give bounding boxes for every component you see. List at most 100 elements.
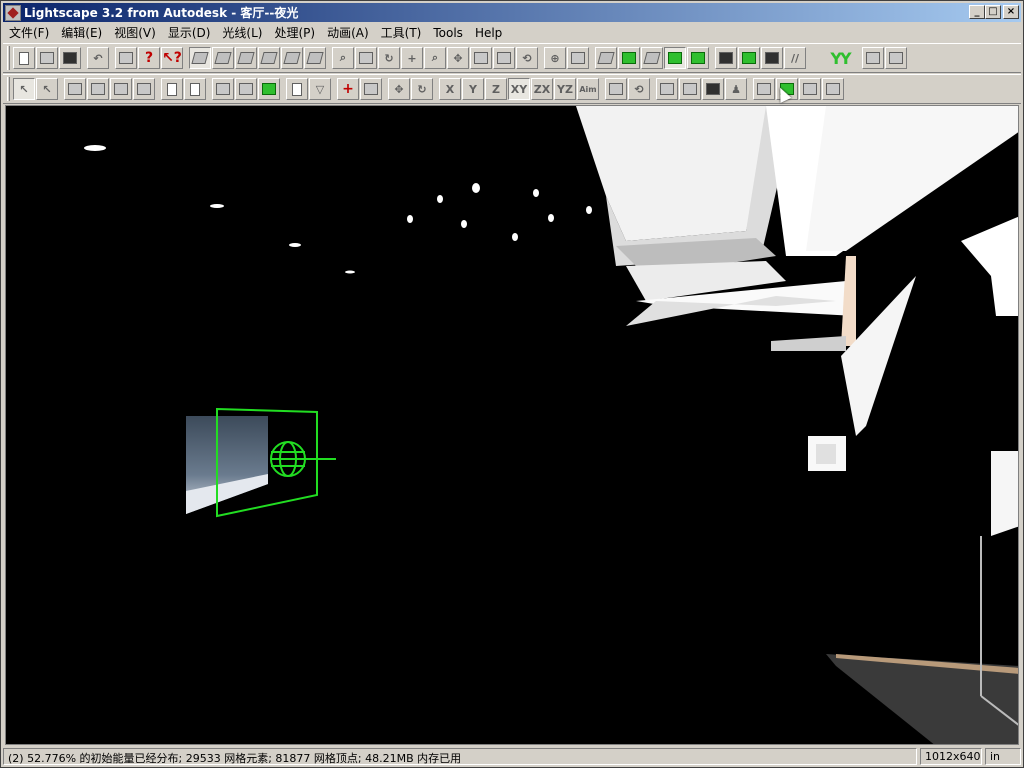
- daylight-button[interactable]: //: [784, 47, 806, 69]
- units-indicator: in: [985, 748, 1021, 765]
- layer-copy-button[interactable]: [799, 78, 821, 100]
- select-filter-button[interactable]: ↖: [36, 78, 58, 100]
- plane-zx-button[interactable]: ZX: [531, 78, 553, 100]
- save-disk-icon: [63, 52, 77, 64]
- zoom-button[interactable]: ⌕: [424, 47, 446, 69]
- cube-icon: [306, 52, 324, 64]
- pan-button[interactable]: ✥: [447, 47, 469, 69]
- select-remove-button[interactable]: [110, 78, 132, 100]
- zoom-previous-button[interactable]: [567, 47, 589, 69]
- copy-button[interactable]: [161, 78, 183, 100]
- new-button[interactable]: [13, 47, 35, 69]
- select-luminaire-button[interactable]: [258, 78, 280, 100]
- view-wire-5-button[interactable]: [304, 47, 326, 69]
- render-textured-button[interactable]: [687, 47, 709, 69]
- render-hidden-button[interactable]: [641, 47, 663, 69]
- zoom-window-button[interactable]: ⊕: [544, 47, 566, 69]
- menu-light[interactable]: 光线(L): [216, 24, 268, 41]
- zoom-in-button[interactable]: +: [401, 47, 423, 69]
- menu-tools-cn[interactable]: 工具(T): [375, 24, 428, 41]
- select-block-button[interactable]: [235, 78, 257, 100]
- layer-pick-button[interactable]: [822, 78, 844, 100]
- selection-toolbar: ↖ ↖ ▽ + ✥ ↻ X Y Z XY ZX YZ Aim ⟲ ♟: [3, 74, 1021, 104]
- select-add-button[interactable]: [87, 78, 109, 100]
- layers-button[interactable]: [761, 47, 783, 69]
- menu-view[interactable]: 视图(V): [108, 24, 162, 41]
- insert-block-button[interactable]: [360, 78, 382, 100]
- help-button[interactable]: ?: [138, 47, 160, 69]
- options-button[interactable]: [885, 47, 907, 69]
- plane-xy-button[interactable]: XY: [508, 78, 530, 100]
- toolbar-grip[interactable]: [7, 46, 10, 70]
- luminaires-button[interactable]: [738, 47, 760, 69]
- scene-render[interactable]: [6, 106, 1019, 745]
- maximize-button[interactable]: □: [985, 5, 1001, 19]
- open-button[interactable]: [36, 47, 58, 69]
- daylight-icon: //: [790, 51, 800, 65]
- menu-display[interactable]: 显示(D): [162, 24, 217, 41]
- render-wireframe-button[interactable]: [595, 47, 617, 69]
- move-button[interactable]: ✥: [388, 78, 410, 100]
- context-help-button[interactable]: ↖?: [161, 47, 183, 69]
- menu-animation[interactable]: 动画(A): [321, 24, 375, 41]
- walk-stand-button[interactable]: ♟: [725, 78, 747, 100]
- paste-button[interactable]: [184, 78, 206, 100]
- walk-tools: ♟: [656, 78, 747, 100]
- menu-process[interactable]: 处理(P): [268, 24, 321, 41]
- zoom-extents-button[interactable]: ⌕: [332, 47, 354, 69]
- toolbar-grip[interactable]: [7, 77, 10, 101]
- walk-turn-button[interactable]: [679, 78, 701, 100]
- materials-button[interactable]: [715, 47, 737, 69]
- print-button[interactable]: [115, 47, 137, 69]
- undo-button[interactable]: ↶: [87, 47, 109, 69]
- plane-yz-button[interactable]: YZ: [554, 78, 576, 100]
- view-wire-2-button[interactable]: [235, 47, 257, 69]
- select-window-button[interactable]: [64, 78, 86, 100]
- view-wire-4-button[interactable]: [281, 47, 303, 69]
- menu-tools[interactable]: Tools: [427, 26, 469, 40]
- menu-help[interactable]: Help: [469, 26, 508, 40]
- insert-point-button[interactable]: +: [337, 78, 359, 100]
- aim-button[interactable]: Aim: [577, 78, 599, 100]
- close-button[interactable]: ×: [1003, 5, 1019, 19]
- walk-forward-button[interactable]: [656, 78, 678, 100]
- edit-object-button[interactable]: [605, 78, 627, 100]
- axis-y-button[interactable]: Y: [462, 78, 484, 100]
- select-surface-button[interactable]: [212, 78, 234, 100]
- menu-edit[interactable]: 编辑(E): [55, 24, 108, 41]
- view-wire-1-button[interactable]: [212, 47, 234, 69]
- extra-tools: [862, 47, 907, 69]
- rotate-view-button[interactable]: ↻: [378, 47, 400, 69]
- axis-z-button[interactable]: Z: [485, 78, 507, 100]
- select-arrow-button[interactable]: ↖: [13, 78, 35, 100]
- layer-list-icon: [757, 83, 771, 95]
- reset-view-button[interactable]: ⟲: [516, 47, 538, 69]
- render-solid-button[interactable]: [664, 47, 686, 69]
- list-button[interactable]: [286, 78, 308, 100]
- walk-person-button[interactable]: [702, 78, 724, 100]
- minimize-button[interactable]: _: [969, 5, 985, 19]
- view-solid-button[interactable]: [189, 47, 211, 69]
- cube-icon: [214, 52, 232, 64]
- rotate-button[interactable]: ↻: [411, 78, 433, 100]
- view-wire-3-button[interactable]: [258, 47, 280, 69]
- reset-object-button[interactable]: ⟲: [628, 78, 650, 100]
- plane-xy-label: XY: [510, 82, 528, 96]
- select-invert-button[interactable]: [133, 78, 155, 100]
- filter-button[interactable]: ▽: [309, 78, 331, 100]
- walk-button[interactable]: [493, 47, 515, 69]
- render-outline-button[interactable]: [618, 47, 640, 69]
- dolly-button[interactable]: [470, 47, 492, 69]
- properties-button[interactable]: [862, 47, 884, 69]
- title-bar[interactable]: Lightscape 3.2 from Autodesk - 客厅--夜光 _ …: [3, 3, 1021, 22]
- menu-file[interactable]: 文件(F): [3, 24, 55, 41]
- list-icon: [292, 82, 302, 96]
- axis-x-button[interactable]: X: [439, 78, 461, 100]
- 3d-viewport[interactable]: [5, 105, 1019, 745]
- orbit-button[interactable]: [355, 47, 377, 69]
- axis-z-label: Z: [492, 82, 500, 96]
- layer-list-button[interactable]: [753, 78, 775, 100]
- zoom-in-icon: +: [407, 51, 417, 65]
- app-icon[interactable]: [5, 4, 21, 21]
- save-button[interactable]: [59, 47, 81, 69]
